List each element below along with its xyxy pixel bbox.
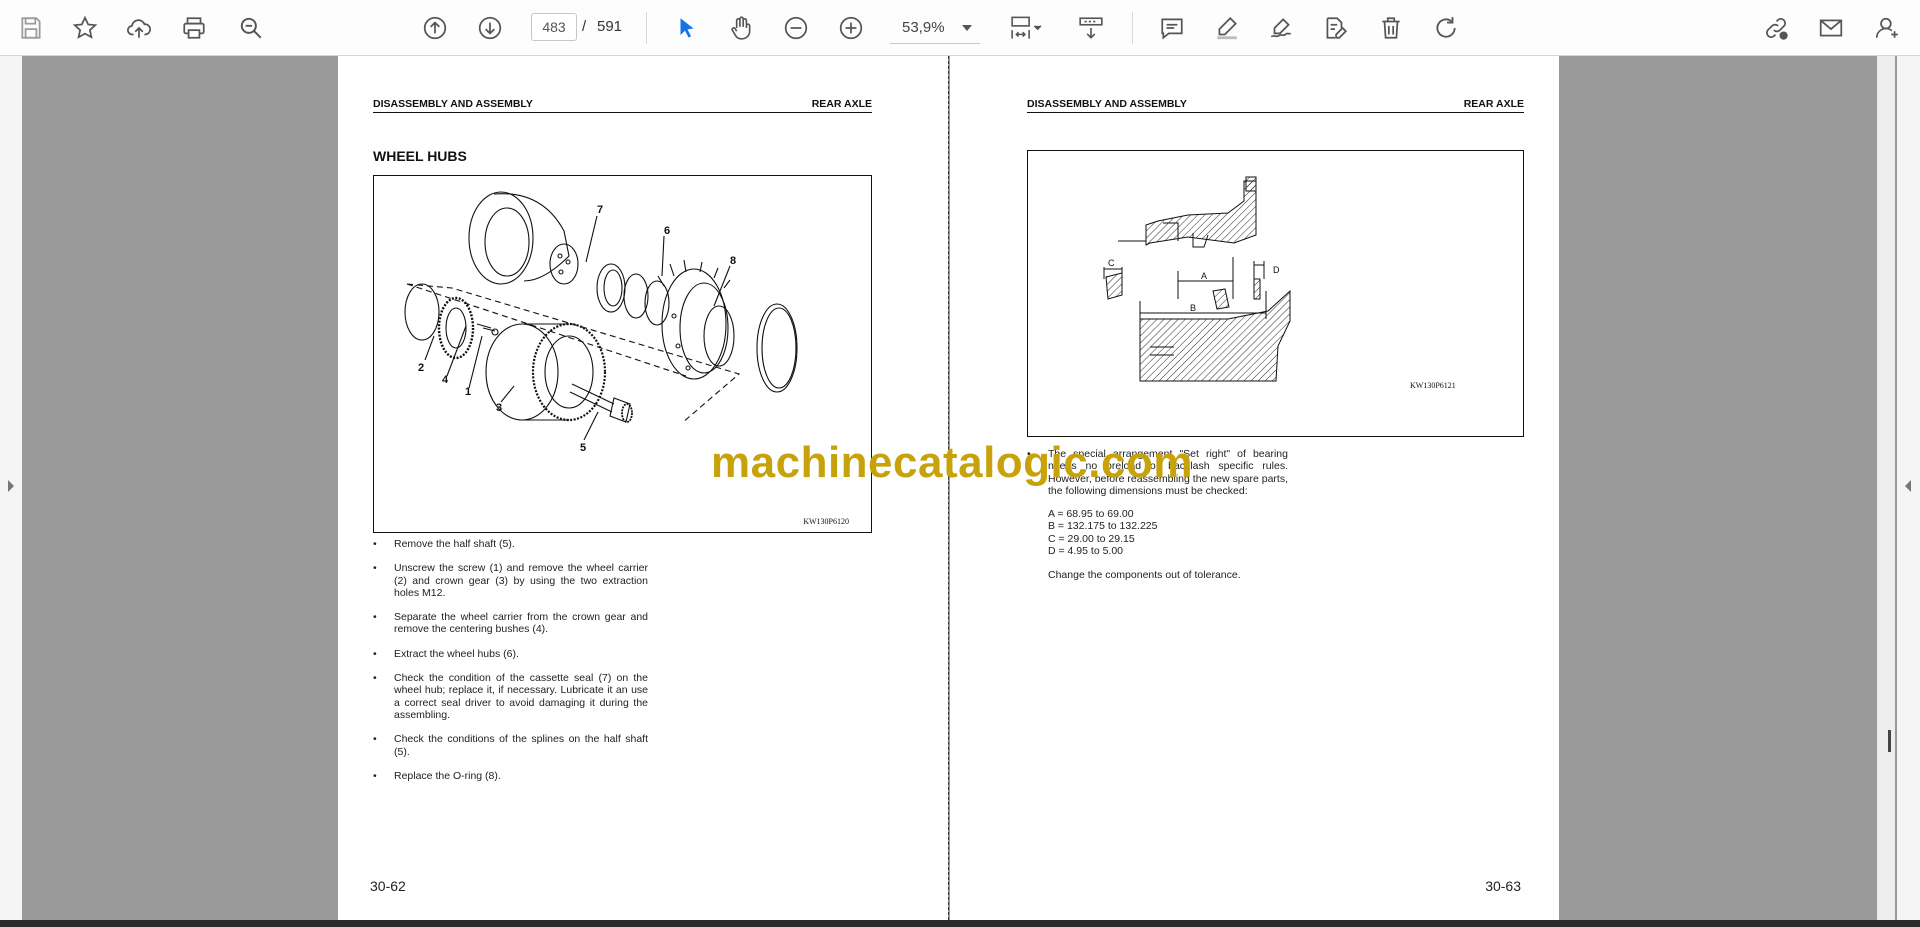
select-cursor-icon[interactable] (668, 9, 706, 47)
dimension-label-d: D (1273, 265, 1280, 275)
scrollbar-thumb[interactable] (1888, 730, 1891, 752)
zoom-in-icon[interactable] (832, 9, 870, 47)
header-chapter: REAR AXLE (1463, 98, 1524, 110)
bearing-section-drawing: A B C D (1103, 176, 1291, 382)
list-item: Check the condition of the cassette seal… (373, 672, 648, 721)
page-number: 30-62 (370, 878, 406, 894)
delete-icon[interactable] (1372, 9, 1410, 47)
toolbar-divider (1132, 12, 1133, 44)
upload-cloud-icon[interactable] (120, 9, 158, 47)
running-header: DISASSEMBLY AND ASSEMBLY REAR AXLE (1027, 98, 1524, 113)
procedure-steps: Remove the half shaft (5). Unscrew the s… (373, 538, 648, 794)
bottom-edge (0, 920, 1920, 927)
figure-label-7: 7 (597, 204, 603, 216)
page-down-icon[interactable] (471, 9, 509, 47)
list-item: D = 4.95 to 5.00 (1048, 544, 1124, 557)
highlight-pen-icon[interactable] (1208, 9, 1246, 47)
header-chapter: REAR AXLE (811, 98, 872, 110)
chevron-down-icon (962, 25, 972, 31)
list-item: B = 132.175 to 132.225 (1048, 520, 1158, 533)
header-section: DISASSEMBLY AND ASSEMBLY (1027, 98, 1187, 110)
page-total: 591 (597, 18, 623, 35)
figure-label-5: 5 (580, 442, 586, 454)
scroll-mode-icon[interactable] (1072, 9, 1110, 47)
document-page-left: DISASSEMBLY AND ASSEMBLY REAR AXLE WHEEL… (338, 56, 948, 920)
edit-fill-icon[interactable] (1316, 9, 1354, 47)
dimension-label-c: C (1108, 258, 1115, 268)
running-header: DISASSEMBLY AND ASSEMBLY REAR AXLE (373, 98, 872, 113)
share-link-icon[interactable] (1757, 9, 1795, 47)
figure-code: KW130P6120 (803, 517, 849, 526)
list-item: Check the conditions of the splines on t… (373, 733, 648, 758)
tolerance-note: Change the components out of tolerance. (1048, 569, 1241, 581)
figure-label-3: 3 (496, 402, 502, 414)
list-item: C = 29.00 to 29.15 (1048, 532, 1135, 545)
print-icon[interactable] (175, 9, 213, 47)
account-icon[interactable] (1868, 9, 1906, 47)
save-icon[interactable] (12, 9, 50, 47)
dimension-list: A = 68.95 to 69.00 B = 132.175 to 132.22… (1048, 508, 1157, 557)
chevron-right-icon (8, 480, 14, 492)
sign-icon[interactable] (1262, 9, 1300, 47)
section-title: WHEEL HUBS (373, 148, 467, 164)
header-section: DISASSEMBLY AND ASSEMBLY (373, 98, 533, 110)
zoom-dropdown[interactable]: 53,9% (890, 12, 980, 44)
figure-label-4: 4 (442, 374, 449, 386)
search-zoom-icon[interactable] (232, 9, 270, 47)
list-item: Remove the half shaft (5). (373, 538, 648, 551)
toolbar-divider (646, 12, 647, 44)
document-page-right: DISASSEMBLY AND ASSEMBLY REAR AXLE A B C… (950, 56, 1559, 920)
page-fit-icon[interactable] (1003, 9, 1051, 47)
bearing-section-figure: A B C D KW130P6121 (1027, 150, 1524, 437)
page-number: 30-63 (1485, 878, 1521, 894)
comment-icon[interactable] (1153, 9, 1191, 47)
toolbar: / 591 53,9% (0, 0, 1920, 56)
figure-label-2: 2 (418, 362, 424, 374)
dimension-label-b: B (1190, 303, 1196, 313)
figure-code: KW130P6121 (1410, 381, 1456, 390)
bookmark-star-icon[interactable] (66, 9, 104, 47)
left-panel-toggle[interactable] (0, 56, 22, 920)
page-separator: / (582, 18, 587, 35)
page-up-icon[interactable] (416, 9, 454, 47)
rotate-icon[interactable] (1427, 9, 1465, 47)
list-item: A = 68.95 to 69.00 (1048, 508, 1134, 520)
figure-label-1: 1 (465, 386, 471, 398)
zoom-out-icon[interactable] (777, 9, 815, 47)
vertical-scrollbar[interactable] (1877, 56, 1895, 920)
zoom-value: 53,9% (902, 19, 945, 36)
chevron-left-icon (1905, 480, 1911, 492)
list-item: Replace the O-ring (8). (373, 770, 648, 783)
list-item: Extract the wheel hubs (6). (373, 648, 648, 661)
list-item: Separate the wheel carrier from the crow… (373, 611, 648, 636)
figure-label-8: 8 (730, 255, 736, 267)
page-divider (948, 56, 949, 920)
figure-label-6: 6 (664, 225, 670, 237)
email-icon[interactable] (1812, 9, 1850, 47)
dimension-label-a: A (1201, 271, 1207, 281)
page-number-input[interactable] (531, 13, 577, 41)
right-panel-toggle[interactable] (1897, 56, 1920, 920)
hand-pan-icon[interactable] (722, 9, 760, 47)
list-item: Unscrew the screw (1) and remove the whe… (373, 562, 648, 599)
watermark-text: machinecatalogic.com (711, 438, 1193, 487)
